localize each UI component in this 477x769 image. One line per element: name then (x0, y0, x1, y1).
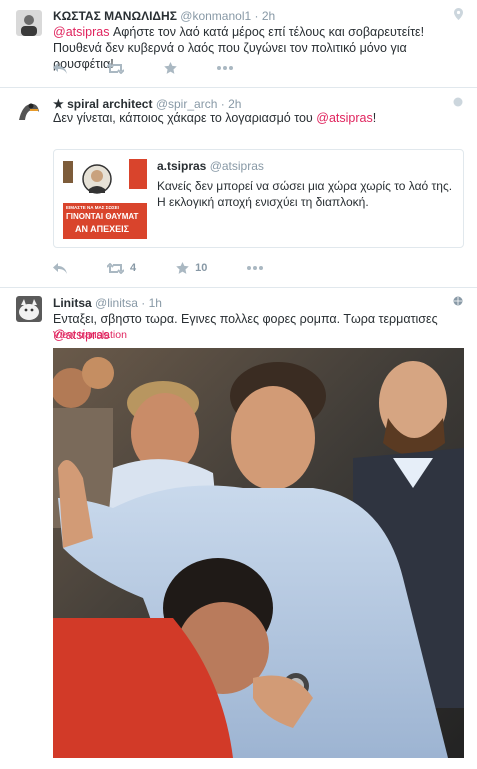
retweet-button[interactable]: 4 (107, 262, 136, 274)
tweet-actions (53, 62, 273, 74)
separator-dot: · (254, 9, 259, 23)
separator-dot: · (220, 97, 225, 111)
quoted-tweet-header: a.tsipras @atsipras (157, 159, 264, 173)
reply-icon (53, 62, 67, 74)
tweet-text-content: Ενταξει, σβηστο τωρα. Εγινες πολλες φορε… (53, 312, 438, 326)
globe-icon (453, 296, 463, 309)
quoted-tweet[interactable]: ΕΙΜΑΣΤΕ ΝΑ ΜΑΣ ΣΩΣΕΙ ΓΙΝΟΝΤΑΙ ΘΑΥΜΑΤ ΑΝ … (53, 149, 464, 248)
mention-link[interactable]: @atsipras (316, 111, 372, 125)
more-icon (247, 266, 264, 270)
tweet-header: ★ spiral architect @spir_arch · 2h (53, 97, 241, 111)
author-handle[interactable]: @konmanol1 (180, 9, 251, 23)
view-translation-link[interactable]: View translation (53, 329, 127, 341)
tweet-text-before: Δεν γίνεται, κάποιος χάκαρε το λογαριασμ… (53, 111, 317, 125)
star-icon (164, 62, 177, 74)
author-name[interactable]: spiral architect (67, 97, 152, 111)
like-count: 10 (195, 262, 208, 274)
quoted-tweet-thumbnail: ΕΙΜΑΣΤΕ ΝΑ ΜΑΣ ΣΩΣΕΙ ΓΙΝΟΝΤΑΙ ΘΑΥΜΑΤ ΑΝ … (63, 159, 147, 239)
quoted-tweet-text: Κανείς δεν μπορεί να σώσει μια χώρα χωρί… (157, 179, 453, 209)
like-button[interactable] (164, 62, 177, 74)
reply-button[interactable] (53, 262, 67, 274)
retweet-icon (107, 62, 124, 74)
tweet-spir-arch: ★ spiral architect @spir_arch · 2h Δεν γ… (0, 88, 477, 288)
retweet-star-icon: ★ (53, 97, 64, 111)
tweet-time[interactable]: 2h (228, 97, 241, 111)
globe-icon (453, 97, 463, 110)
retweet-button[interactable] (107, 62, 124, 74)
retweet-count: 4 (130, 262, 137, 274)
avatar[interactable] (16, 98, 42, 124)
tweet-text-after: ! (372, 111, 377, 125)
tweet-time[interactable]: 2h (262, 9, 275, 23)
mention-link[interactable]: @atsipras (53, 25, 109, 39)
author-name[interactable]: Linitsa (53, 296, 92, 310)
avatar[interactable] (16, 296, 42, 322)
star-icon (176, 262, 189, 274)
tweet-time[interactable]: 1h (149, 296, 162, 310)
author-handle[interactable]: @linitsa (95, 296, 138, 310)
author-name[interactable]: ΚΩΣΤΑΣ ΜΑΝΩΛΙΔΗΣ (53, 9, 177, 23)
tweet-konmanol1: ΚΩΣΤΑΣ ΜΑΝΩΛΙΔΗΣ @konmanol1 · 2h @atsipr… (0, 0, 477, 88)
retweet-icon (107, 262, 124, 274)
more-icon (217, 66, 233, 70)
quoted-author-name[interactable]: a.tsipras (157, 159, 206, 173)
tweet-photo[interactable] (53, 348, 464, 758)
tweet-actions: 4 10 (53, 262, 303, 274)
thumbnail-caption-2: ΓΙΝΟΝΤΑΙ ΘΑΥΜΑΤ (66, 212, 139, 221)
quoted-author-handle[interactable]: @atsipras (210, 159, 264, 173)
reply-icon (53, 262, 67, 274)
tweet-header: ΚΩΣΤΑΣ ΜΑΝΩΛΙΔΗΣ @konmanol1 · 2h (53, 9, 275, 23)
thumbnail-caption-3: ΑΝ ΑΠΕΧΕΙΣ (75, 224, 130, 234)
more-button[interactable] (247, 266, 264, 270)
author-handle[interactable]: @spir_arch (156, 97, 218, 111)
reply-button[interactable] (53, 62, 67, 74)
thumbnail-caption-1: ΕΙΜΑΣΤΕ ΝΑ ΜΑΣ ΣΩΣΕΙ (66, 205, 119, 210)
like-button[interactable]: 10 (176, 262, 207, 274)
location-pin-icon (454, 8, 463, 23)
tweet-header: Linitsa @linitsa · 1h (53, 296, 162, 310)
avatar[interactable] (16, 10, 42, 36)
separator-dot: · (141, 296, 146, 310)
tweet-text: Δεν γίνεται, κάποιος χάκαρε το λογαριασμ… (53, 110, 463, 126)
more-button[interactable] (217, 66, 233, 70)
